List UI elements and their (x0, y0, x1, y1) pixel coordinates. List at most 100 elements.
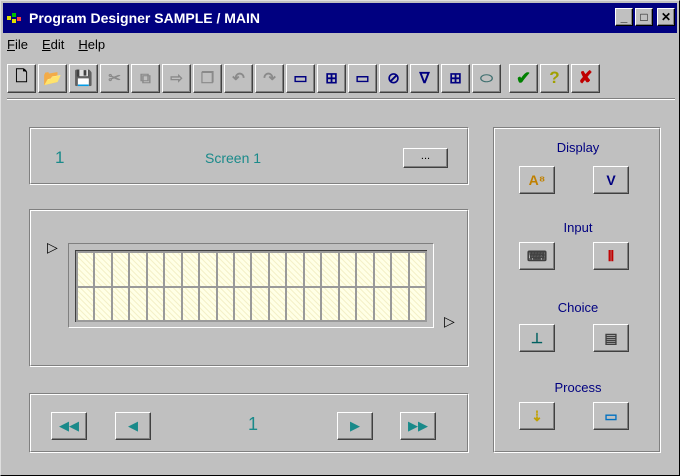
lcd-cell[interactable] (112, 253, 129, 286)
redo-icon[interactable]: ↷ (255, 63, 284, 93)
prev-page-icon[interactable]: ◀ (115, 412, 151, 440)
process-in-icon[interactable]: ⇣ (519, 402, 555, 430)
lcd-cell[interactable] (182, 253, 199, 286)
text-display-icon[interactable]: A⁸ (519, 166, 555, 194)
menu-bar: File Edit Help (7, 37, 105, 59)
navigation-panel: ◀◀ ◀ 1 ▶ ▶▶ (29, 393, 469, 453)
close-button[interactable]: ✕ (657, 8, 675, 26)
lcd-display (68, 243, 434, 328)
lcd-cell[interactable] (252, 287, 268, 320)
app-icon (7, 11, 25, 25)
menu-help[interactable]: Help (78, 37, 105, 59)
copy-icon[interactable]: ⧉ (131, 63, 160, 93)
lcd-cell[interactable] (95, 287, 111, 320)
lcd-cell[interactable] (200, 287, 216, 320)
browse-button[interactable]: ... (403, 148, 448, 168)
maximize-button[interactable]: □ (635, 8, 653, 26)
verify-icon[interactable]: ∇ (410, 63, 439, 93)
ok-check-icon[interactable]: ✔ (509, 63, 538, 93)
list-choice-icon[interactable]: ▤ (593, 324, 629, 352)
lcd-cell[interactable] (147, 253, 164, 286)
grid-icon[interactable]: ⊞ (441, 63, 470, 93)
process-label: Process (554, 380, 602, 395)
window-icon[interactable]: ▭ (286, 63, 315, 93)
new-file-icon[interactable]: 🗋 (7, 63, 36, 93)
keypad-input-icon[interactable]: ⌨ (519, 242, 555, 270)
minimize-button[interactable]: _ (615, 8, 633, 26)
left-marker-icon[interactable]: ▷ (47, 239, 58, 256)
open-folder-icon[interactable]: 📂 (38, 63, 67, 93)
clear-icon[interactable]: ⊘ (379, 63, 408, 93)
menu-choice-icon[interactable]: ⊥ (519, 324, 555, 352)
lcd-cell[interactable] (357, 253, 373, 286)
next-page-icon[interactable]: ▶ (337, 412, 373, 440)
lcd-cell[interactable] (339, 253, 356, 286)
lcd-cell[interactable] (374, 287, 391, 320)
lcd-cell[interactable] (409, 287, 425, 320)
process-out-icon[interactable]: ▭ (593, 402, 629, 430)
lcd-cell[interactable] (339, 287, 356, 320)
lcd-cell[interactable] (287, 253, 303, 286)
undo-icon[interactable]: ↶ (224, 63, 253, 93)
lcd-grid[interactable] (75, 250, 427, 322)
lcd-cell[interactable] (304, 253, 321, 286)
first-page-icon[interactable]: ◀◀ (51, 412, 87, 440)
menu-file[interactable]: File (7, 37, 28, 59)
lcd-cell[interactable] (269, 253, 286, 286)
menu-edit[interactable]: Edit (42, 37, 64, 59)
field-icon[interactable]: ▭ (348, 63, 377, 93)
lcd-cell[interactable] (112, 287, 129, 320)
last-page-icon[interactable]: ▶▶ (400, 412, 436, 440)
lcd-cell[interactable] (165, 253, 181, 286)
paste-icon[interactable]: ⇨ (162, 63, 191, 93)
lcd-cell[interactable] (322, 287, 338, 320)
right-marker-icon[interactable]: ▷ (444, 313, 455, 330)
lcd-cell[interactable] (357, 287, 373, 320)
display-label: Display (556, 140, 600, 155)
device-icon[interactable]: ⬭ (472, 63, 501, 93)
save-icon[interactable]: 💾 (69, 63, 98, 93)
lcd-cell[interactable] (217, 253, 234, 286)
lcd-cell[interactable] (269, 287, 286, 320)
toolbar: 🗋 📂 💾 ✂ ⧉ ⇨ ❐ ↶ ↷ ▭ ⊞ ▭ ⊘ ∇ ⊞ ⬭ ✔ ? ✘ (7, 61, 602, 95)
lcd-cell[interactable] (78, 287, 94, 320)
lcd-cell[interactable] (235, 253, 251, 286)
lcd-cell[interactable] (322, 253, 338, 286)
duplicate-icon[interactable]: ❐ (193, 63, 222, 93)
lcd-cell[interactable] (392, 287, 408, 320)
screen-name: Screen 1 (205, 150, 262, 166)
barcode-input-icon[interactable]: ⦀ (593, 242, 629, 270)
lcd-cell[interactable] (78, 253, 94, 286)
tree-icon[interactable]: ⊞ (317, 63, 346, 93)
lcd-cell[interactable] (147, 287, 164, 320)
title-bar[interactable]: Program Designer SAMPLE / MAIN _ □ ✕ (3, 3, 677, 33)
lcd-cell[interactable] (409, 253, 425, 286)
lcd-cell[interactable] (200, 253, 216, 286)
cut-icon[interactable]: ✂ (100, 63, 129, 93)
lcd-panel: ▷ ▷ (29, 209, 469, 367)
lcd-cell[interactable] (392, 253, 408, 286)
page-number: 1 (248, 414, 259, 434)
toolbar-separator (7, 98, 675, 100)
lcd-cell[interactable] (95, 253, 111, 286)
input-label: Input (563, 220, 593, 235)
lcd-cell[interactable] (287, 287, 303, 320)
lcd-cell[interactable] (217, 287, 234, 320)
lcd-cell[interactable] (235, 287, 251, 320)
screen-header-panel: 1 Screen 1 ... (29, 127, 469, 185)
help-icon[interactable]: ? (540, 63, 569, 93)
choice-label: Choice (557, 300, 599, 315)
app-window: Program Designer SAMPLE / MAIN _ □ ✕ Fil… (0, 0, 680, 476)
window-controls: _ □ ✕ (615, 8, 675, 26)
lcd-cell[interactable] (130, 287, 146, 320)
lcd-cell[interactable] (165, 287, 181, 320)
lcd-cell[interactable] (304, 287, 321, 320)
cancel-icon[interactable]: ✘ (571, 63, 600, 93)
screen-number: 1 (55, 148, 65, 167)
lcd-cell[interactable] (374, 253, 391, 286)
lcd-cell[interactable] (130, 253, 146, 286)
lcd-cell[interactable] (252, 253, 268, 286)
variable-display-icon[interactable]: V (593, 166, 629, 194)
lcd-cell[interactable] (182, 287, 199, 320)
window-title: Program Designer SAMPLE / MAIN (29, 10, 261, 26)
